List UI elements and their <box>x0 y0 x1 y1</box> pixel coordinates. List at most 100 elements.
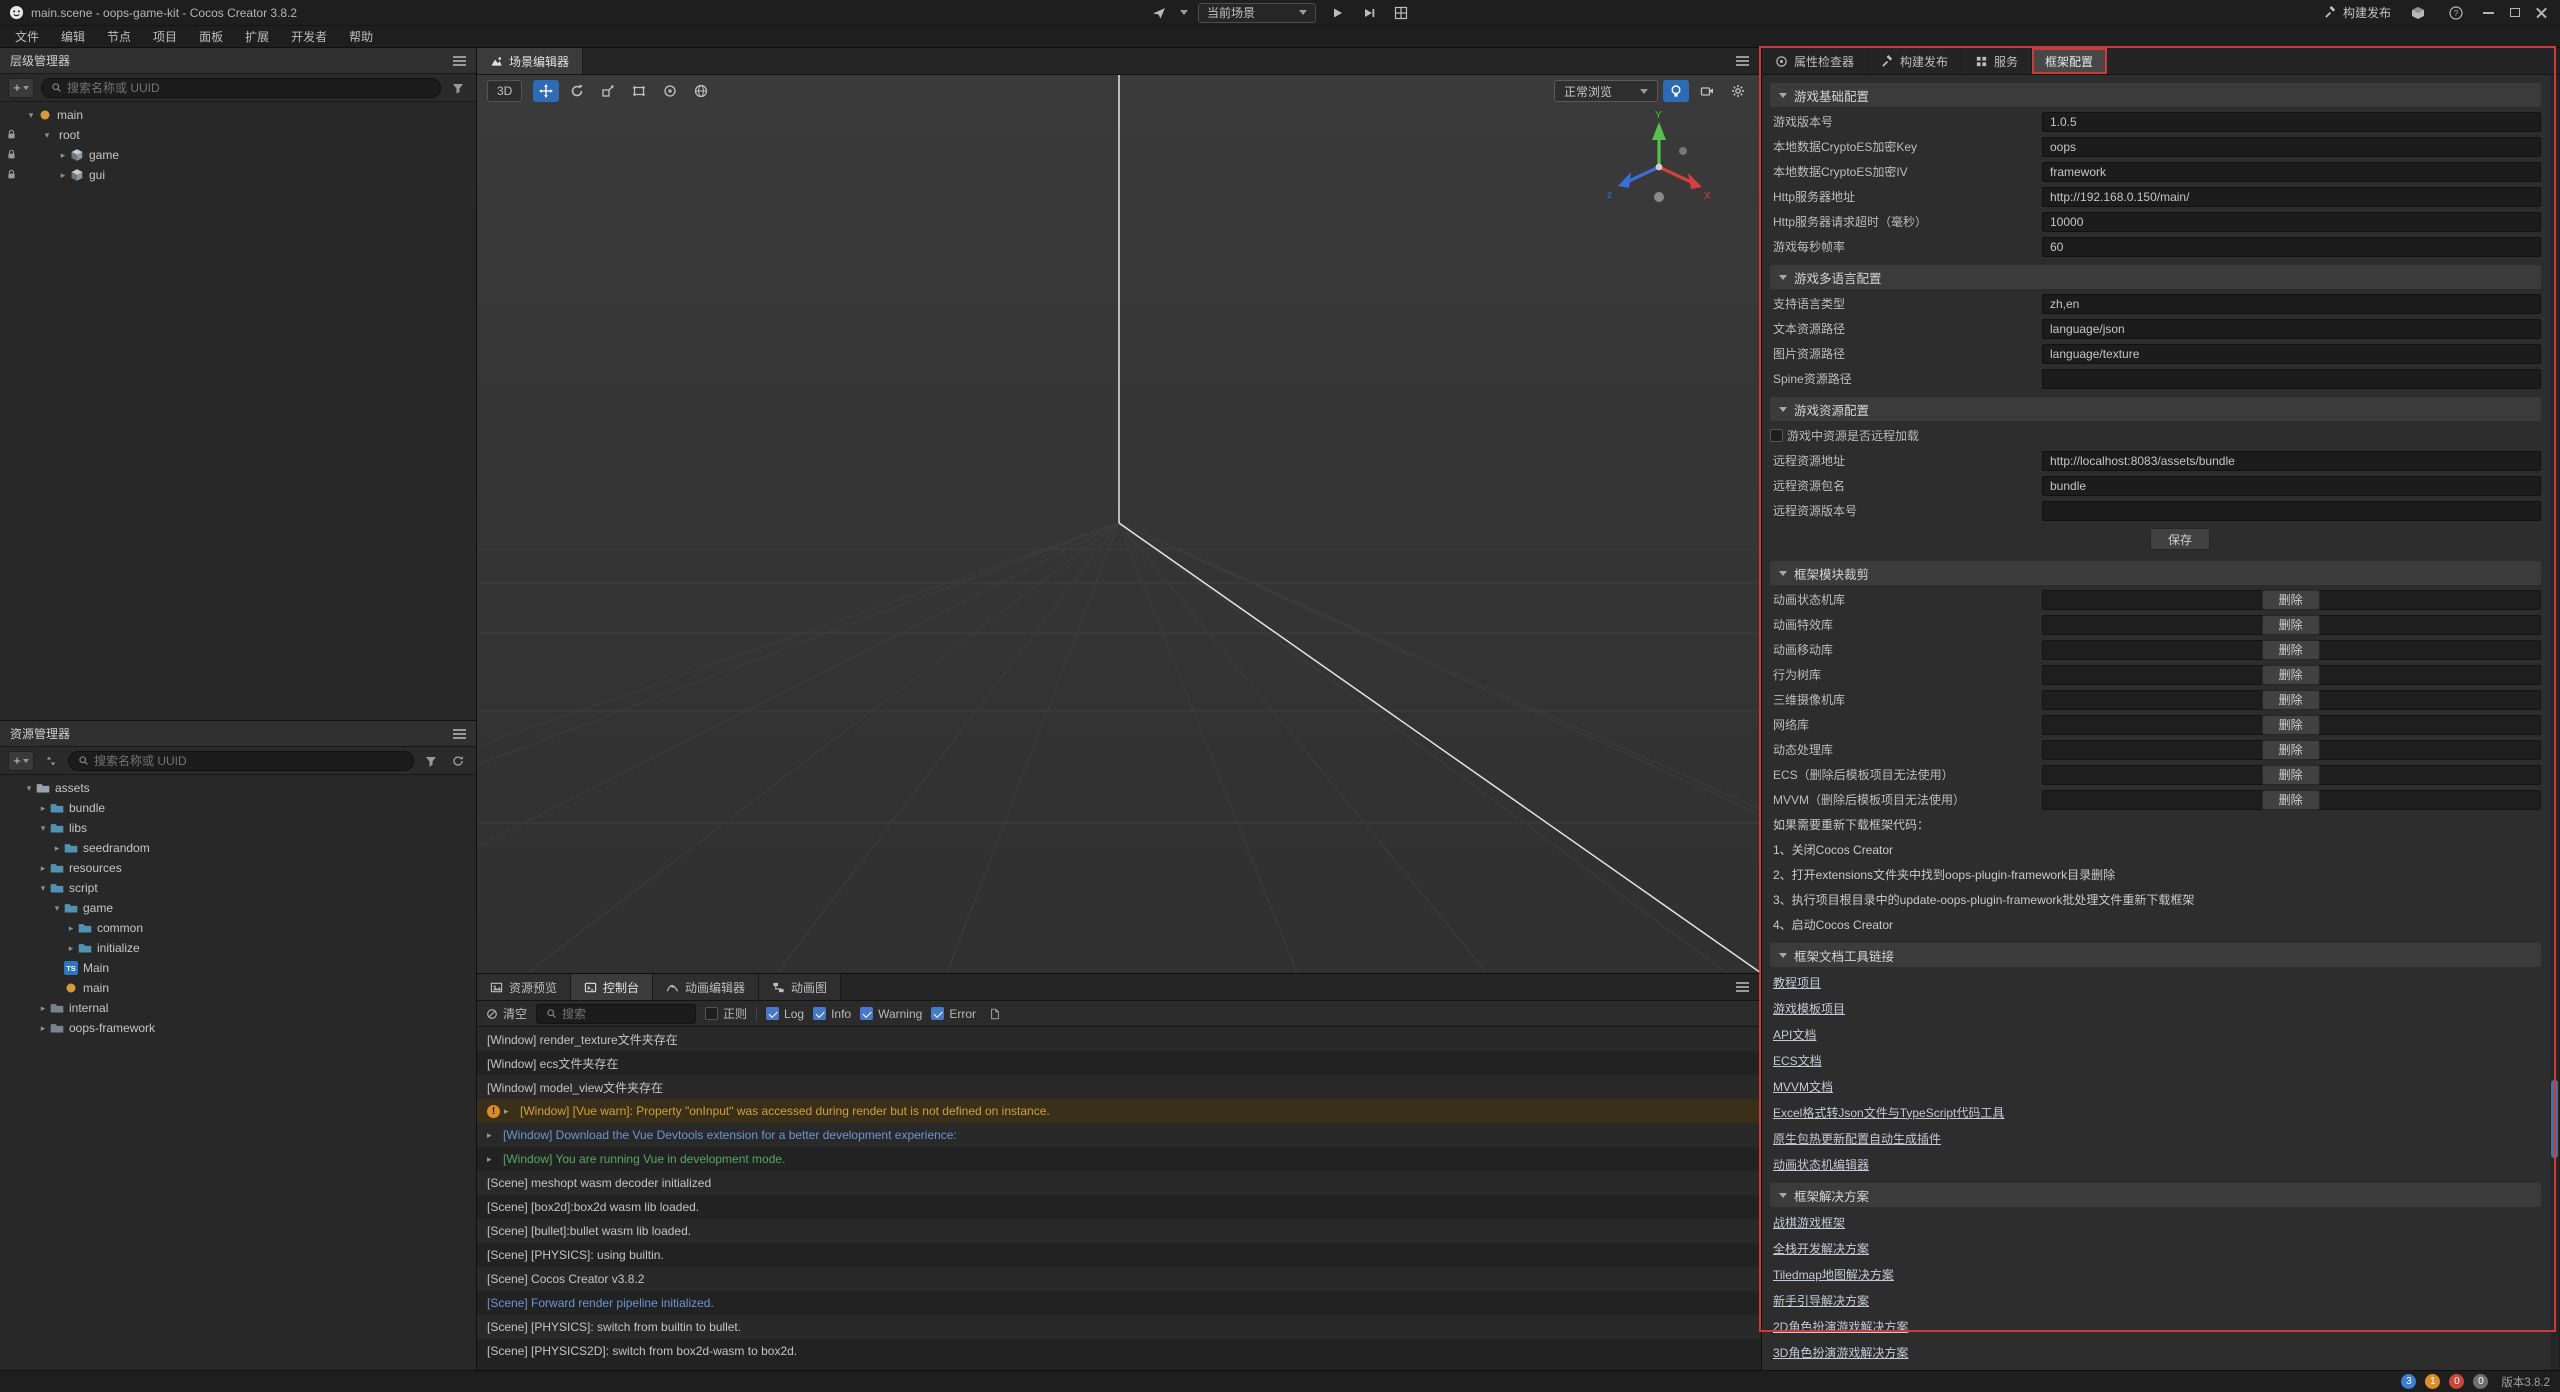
log-row-3[interactable]: !▸[Window] [Vue warn]: Property "onInput… <box>477 1099 1761 1123</box>
package-icon[interactable] <box>2407 3 2429 23</box>
save-button[interactable]: 保存 <box>2150 528 2210 550</box>
field-input[interactable] <box>2042 319 2541 339</box>
lock-icon[interactable] <box>6 149 17 160</box>
filter-Error[interactable]: Error <box>931 1007 976 1021</box>
section-header-modules[interactable]: 框架模块裁剪 <box>1770 561 2541 585</box>
menu-item-1[interactable]: 编辑 <box>50 26 96 47</box>
section-header-docs[interactable]: 框架文档工具链接 <box>1770 943 2541 967</box>
section-header-basic[interactable]: 游戏基础配置 <box>1770 83 2541 107</box>
hierarchy-node-gui[interactable]: ▸gui <box>0 165 476 185</box>
status-badge-1[interactable]: 1 <box>2425 1374 2440 1389</box>
filter-Warning[interactable]: Warning <box>860 1007 922 1021</box>
doc-link[interactable]: Excel格式转Json文件与TypeScript代码工具 <box>1773 1104 2004 1121</box>
hierarchy-node-main[interactable]: ▾main <box>0 105 476 125</box>
tab-0[interactable]: 资源预览 <box>477 974 571 1000</box>
field-input[interactable] <box>2042 451 2541 471</box>
panel-menu-icon[interactable] <box>1736 986 1749 988</box>
menu-item-4[interactable]: 面板 <box>188 26 234 47</box>
asset-script[interactable]: ▾script <box>0 878 476 898</box>
filter-checkbox[interactable] <box>766 1007 779 1020</box>
help-icon[interactable]: ? <box>2445 3 2467 23</box>
log-row-8[interactable]: [Scene] [bullet]:bullet wasm lib loaded. <box>477 1219 1761 1243</box>
asset-main[interactable]: main <box>0 978 476 998</box>
field-input[interactable] <box>2042 294 2541 314</box>
panel-menu-icon[interactable] <box>453 60 466 62</box>
expand-arrow-icon[interactable]: ▾ <box>40 130 54 141</box>
delete-module-button[interactable]: 删除 <box>2262 740 2320 760</box>
add-asset-button[interactable]: + <box>8 751 34 771</box>
delete-module-button[interactable]: 删除 <box>2262 640 2320 660</box>
expand-arrow-icon[interactable]: ▾ <box>22 783 36 794</box>
menu-item-7[interactable]: 帮助 <box>338 26 384 47</box>
console-searchbox[interactable] <box>536 1004 696 1024</box>
scene-viewport[interactable]: 3D <box>477 75 1761 973</box>
move-tool-button[interactable] <box>533 80 559 102</box>
tab-2[interactable]: 动画编辑器 <box>653 974 759 1000</box>
asset-common[interactable]: ▸common <box>0 918 476 938</box>
filter-checkbox[interactable] <box>860 1007 873 1020</box>
doc-link[interactable]: API文档 <box>1773 1026 1816 1043</box>
section-header-res[interactable]: 游戏资源配置 <box>1770 397 2541 421</box>
expand-arrow-icon[interactable]: ▸ <box>50 843 64 854</box>
solution-link[interactable]: 战棋游戏框架 <box>1773 1214 1845 1231</box>
filter-icon[interactable] <box>448 78 468 98</box>
hierarchy-node-root[interactable]: ▾root <box>0 125 476 145</box>
asset-assets[interactable]: ▾assets <box>0 778 476 798</box>
doc-link[interactable]: 原生包热更新配置自动生成插件 <box>1773 1130 1941 1147</box>
preview-platform-icon[interactable] <box>1148 3 1170 23</box>
expand-chevron-icon[interactable]: ▸ <box>487 1154 499 1165</box>
hierarchy-node-game[interactable]: ▸game <box>0 145 476 165</box>
expand-arrow-icon[interactable]: ▸ <box>56 170 70 181</box>
rect-tool-button[interactable] <box>626 80 652 102</box>
status-badge-2[interactable]: 0 <box>2449 1374 2464 1389</box>
asset-oops-framework[interactable]: ▸oops-framework <box>0 1018 476 1038</box>
solution-link[interactable]: 新手引导解决方案 <box>1773 1292 1869 1309</box>
asset-initialize[interactable]: ▸initialize <box>0 938 476 958</box>
field-input[interactable] <box>2042 137 2541 157</box>
section-header-solutions[interactable]: 框架解决方案 <box>1770 1183 2541 1207</box>
field-input[interactable] <box>2042 476 2541 496</box>
log-row-1[interactable]: [Window] ecs文件夹存在 <box>477 1051 1761 1075</box>
tab-1[interactable]: 控制台 <box>571 974 653 1000</box>
log-row-12[interactable]: [Scene] [PHYSICS]: switch from builtin t… <box>477 1315 1761 1339</box>
log-row-11[interactable]: [Scene] Forward render pipeline initiali… <box>477 1291 1761 1315</box>
assets-search-input[interactable] <box>94 754 404 768</box>
expand-arrow-icon[interactable]: ▸ <box>56 150 70 161</box>
filter-icon[interactable] <box>421 751 441 771</box>
remote-load-checkbox[interactable] <box>1770 429 1783 442</box>
add-node-button[interactable]: + <box>8 78 34 98</box>
tab-3[interactable]: 框架配置 <box>2032 48 2107 74</box>
pivot-toggle-button[interactable] <box>657 80 683 102</box>
delete-module-button[interactable]: 删除 <box>2262 615 2320 635</box>
coordinate-toggle-button[interactable] <box>688 80 714 102</box>
expand-arrow-icon[interactable]: ▾ <box>24 110 38 121</box>
expand-chevron-icon[interactable]: ▸ <box>504 1106 516 1117</box>
expand-arrow-icon[interactable]: ▸ <box>64 943 78 954</box>
solution-link[interactable]: 3D角色扮演游戏解决方案 <box>1773 1344 1908 1361</box>
delete-module-button[interactable]: 删除 <box>2262 790 2320 810</box>
tab-0[interactable]: 属性检查器 <box>1762 48 1868 74</box>
tab-2[interactable]: 服务 <box>1962 48 2032 74</box>
solution-link[interactable]: 全栈开发解决方案 <box>1773 1240 1869 1257</box>
expand-arrow-icon[interactable]: ▾ <box>36 883 50 894</box>
projection-toggle-button[interactable]: 3D <box>487 80 522 102</box>
status-badge-3[interactable]: 0 <box>2473 1374 2488 1389</box>
solution-link[interactable]: 2D角色扮演游戏解决方案 <box>1773 1318 1908 1335</box>
expand-arrow-icon[interactable]: ▾ <box>50 903 64 914</box>
step-button[interactable] <box>1358 3 1380 23</box>
tab-3[interactable]: 动画图 <box>759 974 841 1000</box>
layout-grid-button[interactable] <box>1390 3 1412 23</box>
maximize-button[interactable] <box>2510 8 2520 17</box>
console-search-input[interactable] <box>562 1007 686 1021</box>
delete-module-button[interactable]: 删除 <box>2262 715 2320 735</box>
menu-item-0[interactable]: 文件 <box>4 26 50 47</box>
filter-checkbox[interactable] <box>931 1007 944 1020</box>
section-header-lang[interactable]: 游戏多语言配置 <box>1770 265 2541 289</box>
rotate-tool-button[interactable] <box>564 80 590 102</box>
field-input[interactable] <box>2042 112 2541 132</box>
regex-checkbox[interactable] <box>705 1007 718 1020</box>
delete-module-button[interactable]: 删除 <box>2262 765 2320 785</box>
play-button[interactable] <box>1326 3 1348 23</box>
scrollbar-thumb[interactable] <box>2551 1080 2558 1158</box>
menu-item-3[interactable]: 项目 <box>142 26 188 47</box>
